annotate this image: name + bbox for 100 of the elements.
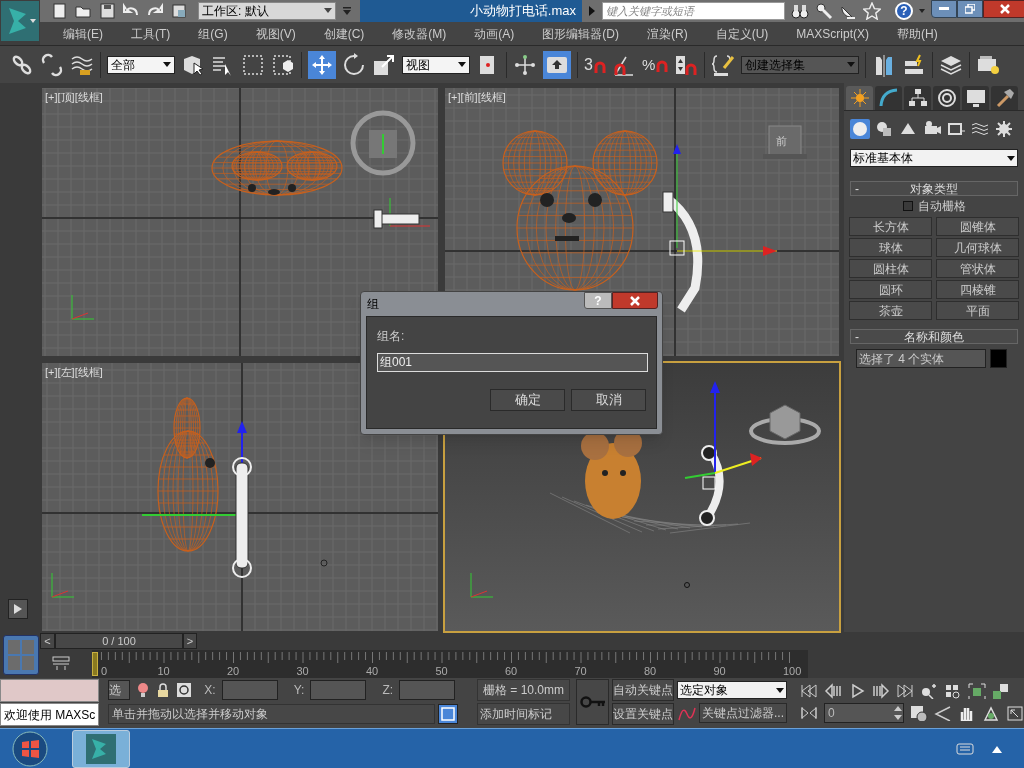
maximize-viewport-icon[interactable] bbox=[1006, 705, 1024, 721]
rollout-header[interactable]: - 对象类型 bbox=[850, 181, 1018, 196]
time-configuration-icon[interactable] bbox=[910, 705, 928, 721]
primitive-button[interactable]: 圆锥体 bbox=[936, 217, 1019, 236]
restore-button[interactable] bbox=[957, 0, 983, 18]
binoculars-icon[interactable] bbox=[791, 2, 809, 20]
orbit-icon[interactable] bbox=[982, 705, 1000, 721]
project-folder-icon[interactable] bbox=[170, 2, 188, 20]
category-button[interactable] bbox=[850, 119, 870, 139]
time-marker[interactable] bbox=[92, 652, 98, 676]
z-coordinate-field[interactable] bbox=[399, 680, 456, 700]
add-time-tag-button[interactable]: 添加时间标记 bbox=[477, 703, 571, 725]
previous-frame-button[interactable]: < bbox=[40, 633, 55, 649]
new-file-icon[interactable] bbox=[50, 2, 68, 20]
viewport-label[interactable]: [+][左][线框] bbox=[45, 364, 103, 381]
show-hidden-icons-icon[interactable] bbox=[992, 744, 1002, 753]
selection-lock-button[interactable]: 选 bbox=[108, 680, 131, 700]
menu-item[interactable]: 图形编辑器(D) bbox=[534, 24, 627, 43]
menu-item[interactable]: 帮助(H) bbox=[889, 24, 946, 43]
viewport-label[interactable]: [+][顶][线框] bbox=[45, 89, 103, 106]
view-cube-label[interactable]: 前 bbox=[776, 133, 787, 150]
minimize-button[interactable] bbox=[931, 0, 957, 18]
set-key-button[interactable]: 设置关键点 bbox=[612, 703, 674, 725]
primitive-button[interactable]: 四棱锥 bbox=[936, 280, 1019, 299]
primitive-type-dropdown[interactable]: 标准基本体 bbox=[850, 149, 1018, 167]
checkbox[interactable] bbox=[902, 201, 913, 211]
curve-editor-icon[interactable] bbox=[52, 656, 70, 670]
menu-item[interactable]: 动画(A) bbox=[466, 24, 523, 43]
next-frame-button[interactable]: > bbox=[183, 633, 197, 649]
panel-tab[interactable] bbox=[962, 86, 989, 110]
group-name-field[interactable]: 组001 bbox=[377, 353, 648, 372]
dropdown-arrow-icon[interactable] bbox=[342, 6, 352, 16]
close-button[interactable] bbox=[983, 0, 1024, 18]
star-icon[interactable] bbox=[863, 2, 881, 20]
expand-arrow-icon[interactable] bbox=[588, 6, 596, 16]
primitive-button[interactable]: 几何球体 bbox=[936, 238, 1019, 257]
keyboard-shortcut-button[interactable] bbox=[543, 50, 571, 79]
x-coordinate-field[interactable] bbox=[221, 680, 278, 700]
search-field[interactable]: 键入关键字或短语 bbox=[602, 2, 785, 20]
menu-item[interactable]: 编辑(E) bbox=[55, 24, 111, 43]
menu-item[interactable]: 创建(C) bbox=[315, 24, 373, 43]
primitive-button[interactable]: 茶壶 bbox=[849, 301, 932, 320]
menu-item[interactable]: 组(G) bbox=[190, 24, 236, 43]
light-bulb-icon[interactable] bbox=[136, 681, 151, 699]
crosshair-icon[interactable] bbox=[176, 682, 193, 698]
app-logo-icon[interactable] bbox=[0, 0, 40, 42]
rectangle-selection-icon[interactable] bbox=[241, 52, 265, 77]
panel-tab[interactable] bbox=[904, 86, 931, 110]
category-button[interactable] bbox=[874, 119, 894, 139]
maxscript-listener-field[interactable] bbox=[0, 679, 100, 702]
dialog-button[interactable]: 确定 bbox=[490, 389, 565, 411]
lock-icon[interactable] bbox=[156, 682, 171, 698]
unlink-icon[interactable] bbox=[40, 52, 64, 77]
go-to-start-icon[interactable] bbox=[800, 683, 818, 699]
menu-item[interactable]: 自定义(U) bbox=[707, 24, 777, 43]
menu-item[interactable]: 渲染(R) bbox=[639, 24, 696, 43]
window-crossing-icon[interactable] bbox=[271, 52, 295, 77]
maxscript-output-field[interactable]: 欢迎使用 MAXSc bbox=[0, 703, 100, 726]
primitive-button[interactable]: 管状体 bbox=[936, 259, 1019, 278]
menu-item[interactable]: 工具(T) bbox=[123, 24, 179, 43]
panel-tab[interactable] bbox=[991, 86, 1018, 110]
panel-tab[interactable] bbox=[933, 86, 960, 110]
select-and-manipulate-icon[interactable] bbox=[513, 52, 537, 77]
primitive-button[interactable]: 球体 bbox=[849, 238, 932, 257]
scale-icon[interactable] bbox=[372, 52, 396, 77]
primitive-button[interactable]: 圆环 bbox=[849, 280, 932, 299]
key-filters-button[interactable]: 关键点过滤器... bbox=[699, 703, 787, 723]
edit-named-selection-icon[interactable] bbox=[711, 52, 736, 77]
object-name-field[interactable]: 选择了 4 个实体 bbox=[856, 349, 986, 368]
viewport-label[interactable]: [+][前][线框] bbox=[448, 89, 506, 106]
workspace-dropdown[interactable]: 工作区: 默认 bbox=[198, 2, 336, 20]
rotate-icon[interactable] bbox=[342, 52, 366, 77]
viewport-layout-button[interactable] bbox=[3, 635, 39, 675]
time-tag-button[interactable] bbox=[438, 704, 459, 724]
key-mode-toggle-icon[interactable] bbox=[800, 705, 818, 721]
menu-item[interactable]: 修改器(M) bbox=[384, 24, 455, 43]
dialog-close-button[interactable] bbox=[612, 292, 658, 309]
panel-tab[interactable] bbox=[875, 86, 902, 110]
reference-coordinate-dropdown[interactable]: 视图 bbox=[402, 55, 470, 74]
dialog-button[interactable]: 取消 bbox=[571, 389, 646, 411]
previous-frame-icon[interactable] bbox=[824, 683, 842, 699]
help-button[interactable]: ? bbox=[895, 2, 913, 20]
selection-filter-dropdown[interactable]: 全部 bbox=[107, 55, 175, 74]
category-button[interactable] bbox=[994, 119, 1014, 139]
menu-item[interactable]: MAXScript(X) bbox=[788, 24, 878, 43]
menu-item[interactable]: 视图(V) bbox=[247, 24, 304, 43]
keyboard-icon[interactable] bbox=[956, 742, 974, 755]
go-to-end-icon[interactable] bbox=[896, 683, 914, 699]
zoom-all-icon[interactable] bbox=[944, 683, 962, 699]
y-coordinate-field[interactable] bbox=[310, 680, 367, 700]
key-icon[interactable] bbox=[815, 2, 833, 20]
primitive-button[interactable]: 圆柱体 bbox=[849, 259, 932, 278]
primitive-button[interactable]: 长方体 bbox=[849, 217, 932, 236]
auto-key-button[interactable]: 自动关键点 bbox=[612, 679, 674, 701]
primitive-button[interactable]: 平面 bbox=[936, 301, 1019, 320]
move-button[interactable] bbox=[308, 50, 336, 79]
save-icon[interactable] bbox=[98, 2, 116, 20]
taskbar-app-button[interactable] bbox=[72, 729, 130, 768]
timeline-track[interactable]: 0 10 20 30 40 50 60 70 80 90 100 bbox=[92, 650, 808, 678]
key-mode-dropdown[interactable]: 选定对象 bbox=[677, 681, 787, 699]
